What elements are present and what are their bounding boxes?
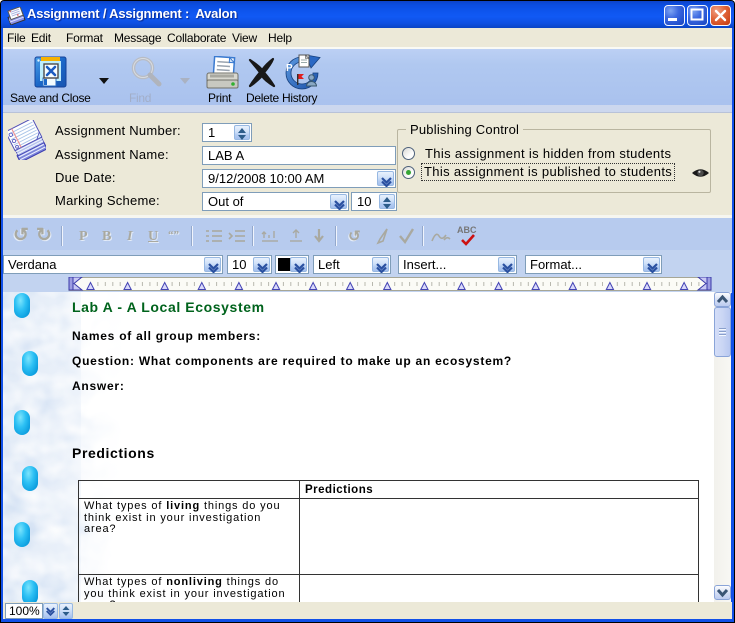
svg-text:P: P [286, 63, 293, 74]
